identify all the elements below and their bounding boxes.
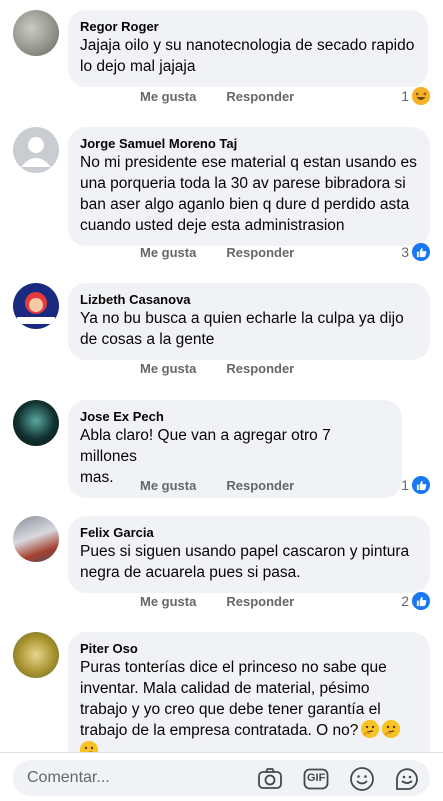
comment-author[interactable]: Felix Garcia (80, 524, 418, 541)
like-icon (412, 476, 430, 494)
reply-button[interactable]: Responder (226, 89, 294, 104)
reaction-count: 1 (401, 88, 409, 104)
avatar[interactable] (13, 400, 59, 446)
comment-text: No mi presidente ese material q estan us… (80, 154, 417, 234)
comment-bubble: Lizbeth Casanova Ya no bu busca a quien … (68, 283, 430, 360)
comment-author[interactable]: Jorge Samuel Moreno Taj (80, 135, 418, 152)
like-icon (412, 243, 430, 261)
reaction-summary[interactable]: 1 (401, 476, 430, 494)
comment-actions: Me gusta Responder (140, 245, 324, 260)
gif-label: GIF (307, 772, 326, 784)
reply-button[interactable]: Responder (226, 245, 294, 260)
sticker-icon[interactable] (394, 766, 420, 792)
like-button[interactable]: Me gusta (140, 361, 196, 376)
comment-text: Jajaja oilo y su nanotecnologia de secad… (80, 37, 415, 75)
comment-input[interactable]: Comentar... GIF (13, 760, 430, 796)
comment-text: Puras tonterías dice el princeso no sabe… (80, 657, 418, 762)
like-button[interactable]: Me gusta (140, 478, 196, 493)
reaction-count: 3 (401, 244, 409, 260)
comment-text: Ya no bu busca a quien echarle la culpa … (80, 310, 404, 348)
avatar[interactable] (13, 127, 59, 173)
comment-actions: Me gusta Responder (140, 478, 324, 493)
comment-text-body: Puras tonterías dice el princeso no sabe… (80, 659, 387, 739)
avatar[interactable] (13, 10, 59, 56)
comment-bubble: Jorge Samuel Moreno Taj No mi presidente… (68, 127, 430, 246)
avatar[interactable] (13, 283, 59, 329)
comment-input-placeholder: Comentar... (27, 769, 110, 786)
haha-icon (412, 87, 430, 105)
reaction-summary[interactable]: 3 (401, 243, 430, 261)
reply-button[interactable]: Responder (226, 478, 294, 493)
camera-icon[interactable] (257, 766, 283, 792)
comment-actions: Me gusta Responder (140, 361, 324, 376)
comment-author[interactable]: Piter Oso (80, 640, 418, 657)
like-button[interactable]: Me gusta (140, 89, 196, 104)
reply-button[interactable]: Responder (226, 361, 294, 376)
comment-author[interactable]: Jose Ex Pech (80, 408, 390, 425)
comment-text: Pues si siguen usando papel cascaron y p… (80, 543, 410, 581)
comment-bubble: Felix Garcia Pues si siguen usando papel… (68, 516, 430, 593)
like-button[interactable]: Me gusta (140, 594, 196, 609)
comment-actions: Me gusta Responder (140, 594, 324, 609)
reaction-summary[interactable]: 1 (401, 87, 430, 105)
avatar[interactable] (13, 632, 59, 678)
reaction-summary[interactable]: 2 (401, 592, 430, 610)
reaction-count: 2 (401, 593, 409, 609)
reaction-count: 1 (401, 477, 409, 493)
comment-actions: Me gusta Responder (140, 89, 324, 104)
smiley-icon[interactable] (349, 766, 375, 792)
like-button[interactable]: Me gusta (140, 245, 196, 260)
thinking-face-icon (382, 720, 401, 738)
comment-bubble: Regor Roger Jajaja oilo y su nanotecnolo… (68, 10, 428, 87)
like-icon (412, 592, 430, 610)
comment-bubble: Piter Oso Puras tonterías dice el prince… (68, 632, 430, 768)
comment-composer: Comentar... GIF (0, 752, 443, 801)
thinking-face-icon (361, 720, 380, 738)
avatar[interactable] (13, 516, 59, 562)
gif-icon[interactable]: GIF (303, 766, 329, 792)
reply-button[interactable]: Responder (226, 594, 294, 609)
comment-author[interactable]: Regor Roger (80, 18, 416, 35)
comment-author[interactable]: Lizbeth Casanova (80, 291, 418, 308)
